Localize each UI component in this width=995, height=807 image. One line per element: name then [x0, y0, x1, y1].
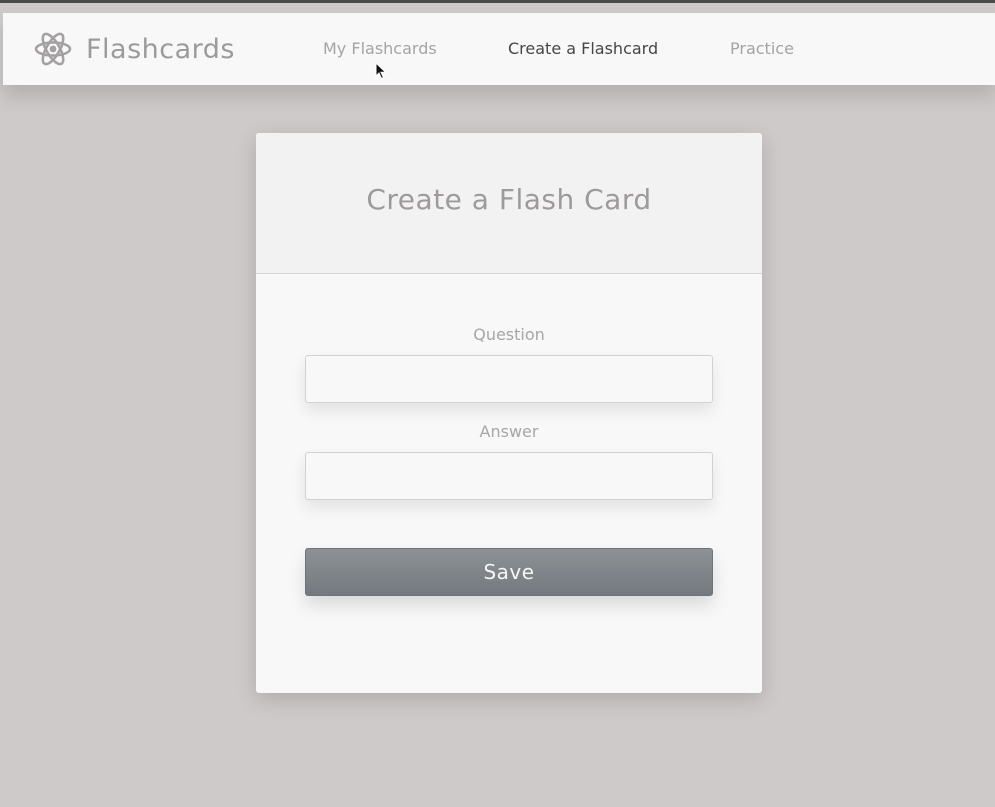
question-label: Question	[473, 325, 545, 344]
card-title: Create a Flash Card	[366, 183, 652, 216]
create-flashcard-card: Create a Flash Card Question Answer Save	[256, 133, 762, 693]
answer-label: Answer	[479, 422, 539, 441]
card-header: Create a Flash Card	[256, 133, 762, 274]
atom-icon	[33, 29, 73, 69]
navbar: Flashcards My Flashcards Create a Flashc…	[3, 13, 995, 85]
brand-name: Flashcards	[86, 33, 235, 65]
window-top-strip	[0, 0, 995, 3]
nav-link-my-flashcards[interactable]: My Flashcards	[323, 39, 437, 58]
brand[interactable]: Flashcards	[33, 29, 235, 69]
mouse-pointer-icon	[375, 62, 387, 80]
nav-link-practice[interactable]: Practice	[730, 39, 794, 58]
question-input[interactable]	[305, 355, 713, 403]
nav-link-create-flashcard[interactable]: Create a Flashcard	[508, 39, 658, 58]
answer-input[interactable]	[305, 452, 713, 500]
save-button[interactable]: Save	[305, 548, 713, 596]
